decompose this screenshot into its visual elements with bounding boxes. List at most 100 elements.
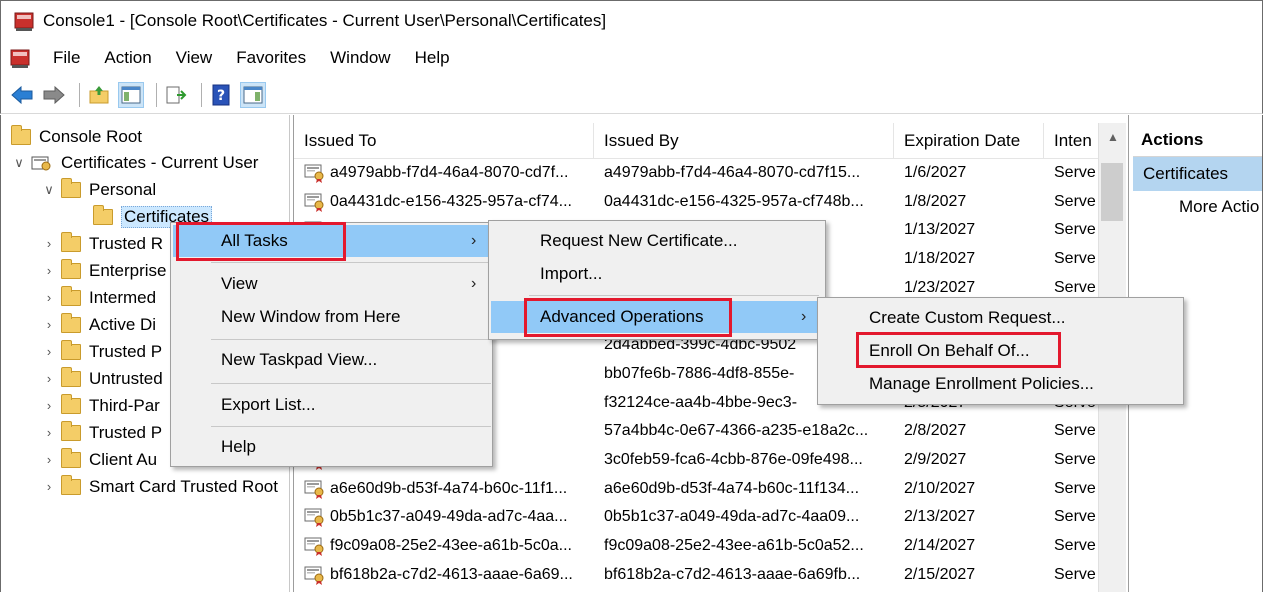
table-row[interactable]: bf618b2a-c7d2-4613-aaae-6a69... bf618b2a-… [294,561,1099,589]
column-header-issued-to[interactable]: Issued To [294,123,594,159]
certificate-store-icon [31,154,53,172]
menu-item-label: View [221,274,258,293]
folder-icon [61,393,81,414]
up-folder-icon[interactable] [86,82,112,108]
submenu-arrow-icon: › [471,275,477,292]
folder-icon [61,420,81,441]
cell-issued-by: 0a4431dc-e156-4325-957a-cf748b... [604,192,864,210]
menu-item-help[interactable]: Help [173,431,490,463]
menu-item-manage-enrollment-policies[interactable]: Manage Enrollment Policies... [820,368,1181,400]
tree-item-third-party[interactable]: › Third-Par [41,392,160,419]
more-actions-link[interactable]: More Actio [1179,197,1259,217]
cell-issued-by: a6e60d9b-d53f-4a74-b60c-11f134... [604,479,860,497]
tree-item-trusted-people[interactable]: › Trusted P [41,419,162,446]
folder-icon [61,366,81,387]
mmc-app-icon[interactable] [13,10,35,32]
cell-issued-by: 3c0feb59-fca6-4cbb-876e-09fe498... [604,451,863,468]
chevron-right-icon[interactable]: › [41,425,57,441]
column-header-expiration-date[interactable]: Expiration Date [894,123,1044,159]
folder-icon [61,312,81,333]
menu-help[interactable]: Help [403,48,462,68]
tree-item-client-auth[interactable]: › Client Au [41,446,157,473]
menu-action[interactable]: Action [92,48,163,68]
help-icon[interactable]: ? [208,82,234,108]
chevron-right-icon[interactable]: › [41,236,57,252]
cell-expiration-date: 1/23/2027 [904,278,976,296]
highlight-box-advanced-operations [524,298,732,337]
menu-item-create-custom-request[interactable]: Create Custom Request... [820,302,1181,334]
tree-item-enterprise[interactable]: › Enterprise [41,257,166,284]
cell-issued-to: 0a4431dc-e156-4325-957a-cf74... [330,192,572,210]
chevron-right-icon[interactable]: › [41,479,57,495]
tree-item-trusted-publishers[interactable]: › Trusted P [41,338,162,365]
menu-item-label: Manage Enrollment Policies... [869,374,1094,393]
chevron-down-icon[interactable]: ∨ [41,182,57,198]
window-title: Console1 - [Console Root\Certificates - … [43,10,607,30]
cell-intended-purposes: Serve [1054,479,1096,497]
table-row[interactable]: a4979abb-f7d4-46a4-8070-cd7f... a4979abb-… [294,159,1099,187]
chevron-right-icon[interactable]: › [41,290,57,306]
show-hide-tree-icon[interactable] [118,81,144,108]
cell-expiration-date: 1/18/2027 [904,250,976,268]
menu-item-label: Create Custom Request... [869,308,1066,327]
chevron-right-icon[interactable]: › [41,263,57,279]
toolbar-separator [156,82,157,107]
menu-view[interactable]: View [164,48,225,68]
back-arrow-icon[interactable] [9,82,35,108]
show-action-pane-icon[interactable] [240,81,266,108]
chevron-right-icon[interactable]: › [41,317,57,333]
folder-icon [61,447,81,468]
menu-item-export-list[interactable]: Export List... [173,389,490,421]
table-row[interactable]: a6e60d9b-d53f-4a74-b60c-11f1... a6e60d9b-… [294,475,1099,503]
menu-favorites[interactable]: Favorites [224,48,318,68]
tree-item-console-root[interactable]: Console Root [11,123,142,150]
menu-item-view[interactable]: View › [173,268,490,300]
tree-item-intermediate[interactable]: › Intermed [41,284,156,311]
table-row[interactable]: 0b5b1c37-a049-49da-ad7c-4aa... 0b5b1c37-a… [294,503,1099,531]
forward-arrow-icon[interactable] [41,82,67,108]
menu-item-request-new-certificate[interactable]: Request New Certificate... [491,225,823,257]
chevron-right-icon[interactable]: › [41,452,57,468]
chevron-right-icon[interactable]: › [41,344,57,360]
actions-section-certificates[interactable]: Certificates [1133,157,1262,191]
menu-item-new-window[interactable]: New Window from Here [173,301,490,333]
tree-item-untrusted[interactable]: › Untrusted [41,365,163,392]
cell-expiration-date: 2/8/2027 [904,422,967,440]
cell-intended-purposes: Serve [1054,565,1096,583]
menu-item-new-taskpad-view[interactable]: New Taskpad View... [173,344,490,376]
tree-item-trusted-root[interactable]: › Trusted R [41,230,163,257]
cell-expiration-date: 1/8/2027 [904,192,967,210]
cell-intended-purposes: Serve [1054,278,1096,296]
title-bar: Console1 - [Console Root\Certificates - … [0,0,1263,40]
table-row[interactable]: 0a4431dc-e156-4325-957a-cf74... 0a4431dc-… [294,188,1099,216]
chevron-down-icon[interactable]: ∨ [11,155,27,171]
certificate-icon [304,565,326,585]
scroll-up-icon[interactable]: ▲ [1099,123,1126,151]
table-row[interactable]: f9c09a08-25e2-43ee-a61b-5c0a... f9c09a08-… [294,532,1099,560]
console-menu-icon[interactable] [9,47,31,69]
highlight-box-enroll-on-behalf-of [856,332,1061,368]
export-list-icon[interactable] [163,82,189,108]
list-header: Issued To Issued By Expiration Date Inte… [294,123,1126,159]
submenu-arrow-icon: › [471,232,477,249]
tree-item-label: Client Au [89,449,158,469]
menu-window[interactable]: Window [318,48,402,68]
menu-item-import[interactable]: Import... [491,258,823,290]
tree-item-active-directory[interactable]: › Active Di [41,311,156,338]
chevron-right-icon[interactable]: › [41,371,57,387]
column-header-issued-by[interactable]: Issued By [594,123,894,159]
menu-file[interactable]: File [41,48,92,68]
cell-intended-purposes: Serve [1054,422,1096,440]
scroll-thumb[interactable] [1101,163,1123,221]
toolbar-separator [201,82,202,107]
cell-issued-to: bf618b2a-c7d2-4613-aaae-6a69... [330,565,573,583]
cell-intended-purposes: Serve [1054,508,1096,526]
tree-item-personal[interactable]: ∨ Personal [41,176,156,203]
chevron-right-icon[interactable]: › [41,398,57,414]
svg-text:?: ? [217,88,225,104]
tree-item-certificates-current-user[interactable]: ∨ Certificates - Current User [11,149,258,176]
tree-item-label: Intermed [89,287,157,307]
toolbar: ? [0,76,1263,114]
column-header-intended-purposes[interactable]: Inten [1044,123,1099,159]
tree-item-smart-card-trusted-roots[interactable]: › Smart Card Trusted Root [41,473,278,500]
